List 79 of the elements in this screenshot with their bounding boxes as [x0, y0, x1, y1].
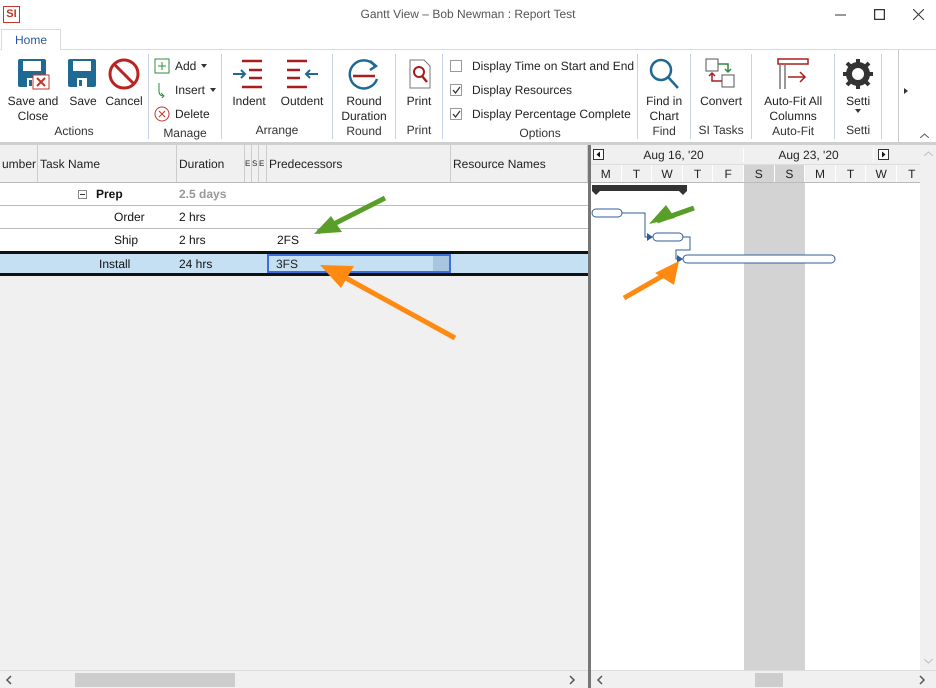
column-header: S [252, 145, 259, 182]
save-close-icon [16, 57, 50, 91]
check-mark-icon [452, 86, 461, 94]
predecessors-cell-text: 2FS [276, 232, 300, 249]
autofit-icon [776, 57, 810, 91]
scroll-right-icon[interactable] [878, 149, 889, 160]
day-label: S [774, 165, 806, 182]
gear-icon [841, 57, 876, 91]
checkbox[interactable] [450, 84, 462, 96]
ribbon-button[interactable]: Cancel [103, 54, 145, 124]
group-label: Find [652, 124, 676, 139]
day-label: S [744, 165, 775, 182]
scroll-left-icon[interactable] [593, 149, 604, 160]
checkbox-label: Display Resources [472, 83, 572, 97]
collapse-toggle-icon[interactable] [78, 190, 87, 198]
ribbon-button[interactable]: Auto-Fit All Columns [755, 54, 832, 124]
group-label: SI Tasks [698, 123, 744, 139]
add-icon [154, 58, 170, 74]
duration-cell-text: 24 hrs [178, 256, 214, 272]
group-label: Setti [846, 123, 870, 139]
checkbox[interactable] [450, 60, 462, 72]
ribbon-button[interactable]: Outdent [275, 54, 330, 123]
delete-icon [154, 106, 170, 122]
checkbox-label: Display Percentage Complete [472, 107, 631, 121]
check-mark-icon [452, 110, 461, 118]
ribbon-button[interactable]: Delete [152, 102, 212, 126]
group-label: Arrange [256, 123, 298, 139]
dependency-arrow [622, 212, 653, 241]
day-label: T [622, 165, 652, 182]
ribbon-button[interactable]: Save and Close [3, 54, 63, 124]
outdent-icon [285, 57, 320, 91]
group-label: Round [346, 124, 382, 139]
column-header: E [259, 145, 267, 182]
column-header: Duration [177, 145, 245, 182]
column-header: E [245, 145, 252, 182]
group-label: Print [406, 123, 432, 139]
ribbon-scroll-icon[interactable] [904, 88, 908, 94]
annotation-arrow [622, 261, 679, 300]
ribbon-button[interactable]: Save [65, 54, 101, 124]
week-label: Aug 16, '20 [604, 148, 744, 162]
column-header: Task Name [38, 145, 177, 182]
close-button[interactable] [913, 8, 924, 20]
ribbon-button[interactable]: Setti [838, 54, 878, 123]
cancel-icon [107, 57, 141, 91]
ribbon-tab[interactable]: Home [1, 29, 62, 50]
group-label: Auto-Fit [772, 124, 814, 139]
group-label: Actions [54, 124, 94, 139]
duration-cell-text: 2 hrs [178, 209, 207, 226]
collapse-ribbon-icon[interactable] [920, 133, 928, 138]
app-logo: SI [3, 6, 20, 22]
task-name: Install [99, 256, 130, 270]
task-bar [652, 232, 684, 242]
ribbon-button[interactable]: Round Duration [336, 54, 392, 124]
annotation-arrow [649, 205, 695, 224]
ribbon-button[interactable]: Indent [225, 54, 274, 123]
ribbon-button[interactable]: Find in Chart [641, 54, 688, 124]
ribbon-button[interactable]: Print [399, 54, 440, 123]
duration-cell-text: 2.5 days [178, 186, 228, 203]
search-icon [647, 57, 682, 91]
ribbon-button[interactable]: Convert [694, 54, 748, 123]
task-name: Ship [114, 233, 138, 247]
task-name: Order [114, 210, 145, 224]
scrollbar-thumb[interactable] [755, 672, 783, 686]
column-header: Predecessors [267, 145, 451, 182]
week-label: Aug 23, '20 [744, 148, 874, 162]
predecessors-field[interactable]: 3FS [267, 254, 451, 273]
dependency-arrow [676, 236, 690, 263]
task-name: Prep [96, 187, 123, 201]
duration-cell-text: 2 hrs [178, 232, 207, 249]
column-header: umber [0, 145, 38, 182]
checkbox-label: Display Time on Start and End [472, 59, 634, 73]
ribbon-button[interactable]: Add [152, 54, 210, 78]
window-title: Gantt View – Bob Newman : Report Test [360, 7, 576, 21]
scrollbar-thumb[interactable] [75, 672, 235, 686]
maximize-button[interactable] [874, 8, 885, 20]
checkbox[interactable] [450, 108, 462, 120]
group-label: Manage [163, 126, 207, 140]
ribbon-button[interactable]: Insert [152, 78, 218, 102]
group-label: Options [519, 126, 561, 140]
